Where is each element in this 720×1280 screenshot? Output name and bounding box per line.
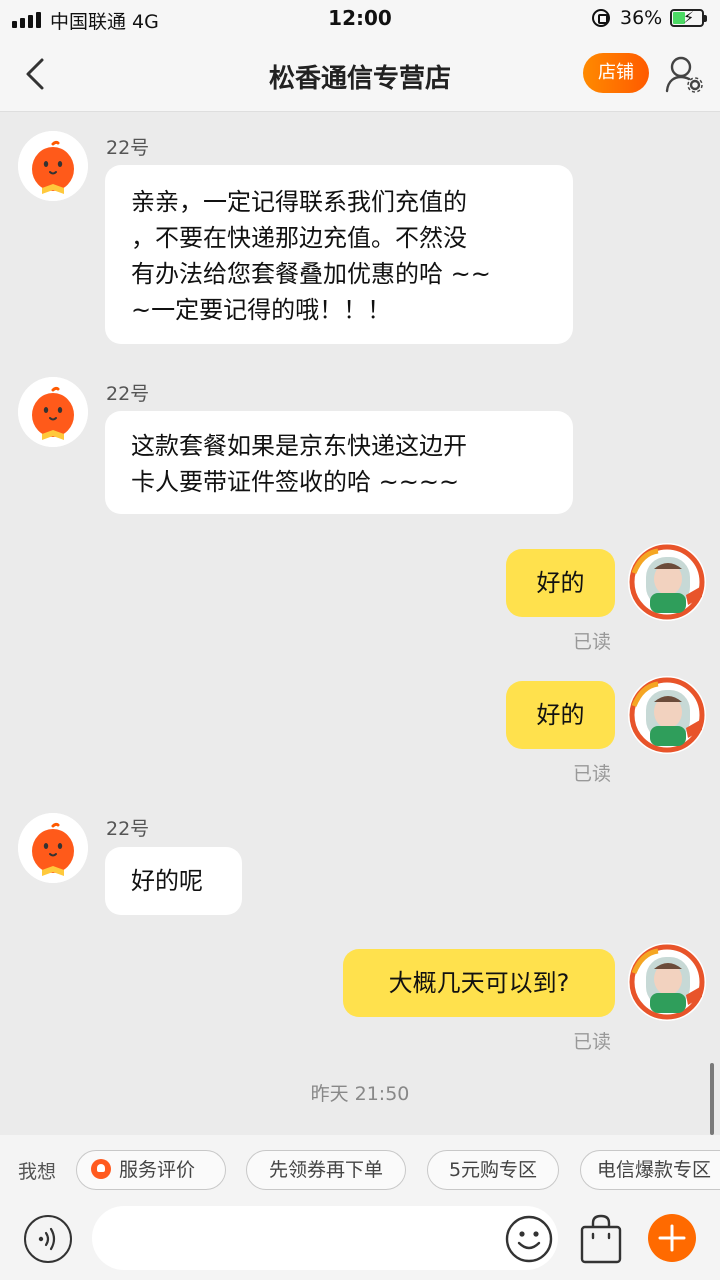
- read-status: 已读: [573, 631, 612, 653]
- seller-avatar-icon[interactable]: [18, 377, 88, 447]
- message-timestamp: 昨天 21:50: [310, 1083, 410, 1105]
- message-input[interactable]: [92, 1206, 558, 1270]
- message-bubble: 亲亲，一定记得联系我们充值的 ，不要在快递那边充值。不然没 有办法给您套餐叠加优…: [105, 165, 573, 344]
- chip-label: 服务评价: [119, 1159, 196, 1181]
- sender-name: 22号: [106, 818, 150, 840]
- sender-name: 22号: [106, 383, 150, 405]
- message-bubble: 这款套餐如果是京东快递这边开 卡人要带证件签收的哈 ~~~~: [105, 411, 573, 514]
- quick-reply-label: 我想: [18, 1161, 57, 1183]
- message-text-line: 好的呢: [131, 867, 203, 895]
- message-text-line: 这款套餐如果是京东快递这边开: [131, 432, 467, 460]
- chip-label: 5元购专区: [448, 1159, 538, 1181]
- chip-telecom-hot[interactable]: 电信爆款专区: [580, 1150, 720, 1190]
- charging-icon: ⚡: [683, 8, 695, 27]
- nav-bar: 松香通信专营店 店铺: [0, 38, 720, 112]
- status-bar: 中国联通 4G 12:00 36% ⚡: [0, 0, 720, 38]
- message-bubble: 好的: [506, 681, 615, 749]
- message-bubble: 大概几天可以到?: [343, 949, 615, 1017]
- message-text-line: 有办法给您套餐叠加优惠的哈 ~~: [131, 260, 491, 288]
- sender-name: 22号: [106, 137, 150, 159]
- user-avatar-icon: [628, 943, 706, 1021]
- message-text-line: ~一定要记得的哦！！！: [131, 296, 392, 324]
- user-avatar[interactable]: [628, 943, 706, 1021]
- voice-button[interactable]: [24, 1215, 72, 1263]
- rotation-lock-icon: [592, 9, 610, 27]
- quick-reply-bar: 我想 服务评价 先领券再下单 5元购专区 电信爆款专区: [0, 1135, 720, 1205]
- message-bubble: 好的: [506, 549, 615, 617]
- user-avatar[interactable]: [628, 676, 706, 754]
- emoji-icon[interactable]: [505, 1215, 553, 1263]
- battery-percentage: 36%: [620, 7, 663, 29]
- more-button[interactable]: [648, 1214, 696, 1262]
- message-bubble: 好的呢: [105, 847, 242, 915]
- user-settings-icon[interactable]: [664, 54, 704, 94]
- chip-label: 先领券再下单: [268, 1159, 383, 1181]
- message-text-line: ，不要在快递那边充值。不然没: [131, 224, 467, 252]
- voice-icon: [38, 1227, 56, 1251]
- chip-5yuan[interactable]: 5元购专区: [427, 1150, 559, 1190]
- read-status: 已读: [573, 763, 612, 785]
- chip-coupon[interactable]: 先领券再下单: [246, 1150, 406, 1190]
- message-text-line: 卡人要带证件签收的哈 ~~~~: [131, 468, 460, 496]
- read-status: 已读: [573, 1031, 612, 1053]
- user-avatar[interactable]: [628, 543, 706, 621]
- shopping-bag-icon[interactable]: [578, 1213, 624, 1265]
- user-avatar-icon: [628, 676, 706, 754]
- seller-avatar-icon[interactable]: [18, 813, 88, 883]
- scrollbar[interactable]: [710, 1063, 714, 1135]
- status-time: 12:00: [328, 6, 392, 30]
- service-review-icon: [91, 1159, 111, 1179]
- seller-avatar-icon[interactable]: [18, 131, 88, 201]
- user-avatar-icon: [628, 543, 706, 621]
- shop-button[interactable]: 店铺: [583, 53, 649, 93]
- message-text-line: 亲亲，一定记得联系我们充值的: [131, 188, 467, 216]
- chip-service-review[interactable]: 服务评价: [76, 1150, 226, 1190]
- input-bar: [0, 1205, 720, 1280]
- plus-icon: [658, 1224, 686, 1252]
- chip-label: 电信爆款专区: [597, 1159, 712, 1181]
